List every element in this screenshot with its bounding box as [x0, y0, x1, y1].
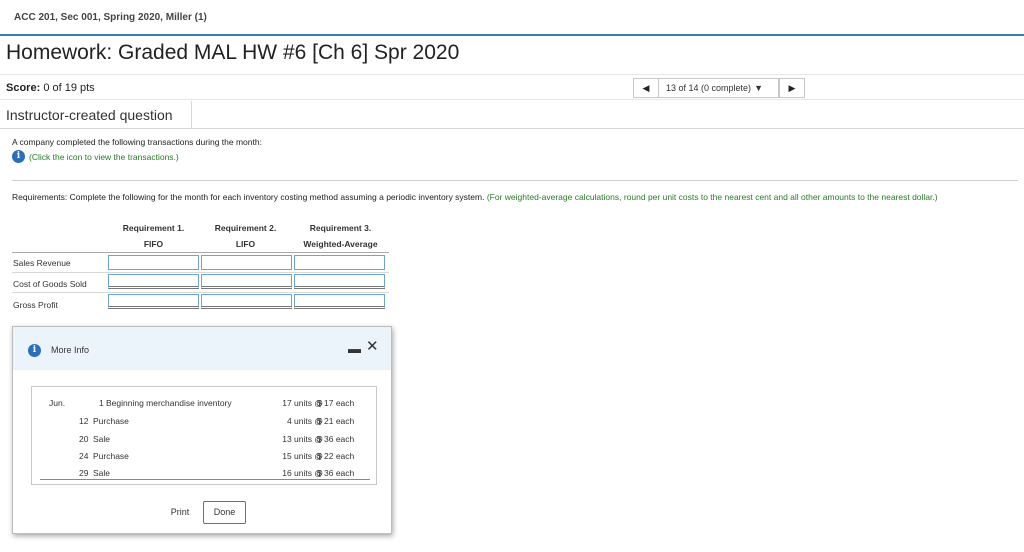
- transaction-dollar: $: [317, 451, 322, 461]
- transaction-day: 20: [79, 434, 89, 444]
- caret-down-icon: ▼: [754, 83, 763, 93]
- transaction-day: 12: [79, 416, 89, 426]
- row-divider: [12, 272, 389, 273]
- column-header-fifo: Requirement 1. FIFO: [106, 220, 201, 252]
- requirements-body: Complete the following for the month for…: [67, 192, 487, 202]
- transaction-description: Beginning merchandise inventory: [106, 398, 232, 408]
- column-header-weighted-average: Requirement 3. Weighted-Average: [290, 220, 391, 252]
- transaction-units: 17 units @: [282, 398, 323, 408]
- transaction-cost: 36 each: [324, 434, 355, 444]
- column-method: Weighted-Average: [303, 239, 378, 249]
- gross-profit-fifo-input[interactable]: [108, 294, 199, 309]
- question-intro: A company completed the following transa…: [12, 137, 262, 147]
- table-top-rule: [12, 252, 389, 253]
- course-header: ACC 201, Sec 001, Spring 2020, Miller (1…: [0, 0, 1024, 36]
- row-divider: [12, 292, 389, 293]
- transaction-cost: 17 each: [324, 398, 355, 408]
- row-label-sales-revenue: Sales Revenue: [13, 258, 71, 268]
- column-requirement: Requirement 3.: [309, 223, 372, 233]
- triangle-right-icon: ▶: [788, 83, 796, 93]
- table-bottom-rule: [40, 479, 370, 480]
- course-title: ACC 201, Sec 001, Spring 2020, Miller (1…: [14, 12, 207, 23]
- question-type: Instructor-created question: [0, 101, 192, 128]
- transaction-units: 15 units @: [282, 451, 323, 461]
- transaction-dollar: $: [317, 416, 322, 426]
- transaction-description: Sale: [93, 434, 111, 444]
- info-circle-icon[interactable]: i: [12, 150, 25, 163]
- gross-profit-lifo-input[interactable]: [201, 294, 292, 309]
- transaction-description: Sale: [93, 468, 111, 478]
- transaction-cost: 21 each: [324, 416, 355, 426]
- column-header-lifo: Requirement 2. LIFO: [198, 220, 293, 252]
- transaction-units: 16 units @: [282, 468, 323, 478]
- transaction-description: Purchase: [93, 451, 129, 461]
- print-button[interactable]: Print: [161, 501, 199, 524]
- transaction-dollar: $: [317, 468, 322, 478]
- view-transactions-link[interactable]: i (Click the icon to view the transactio…: [12, 150, 179, 163]
- question-status: 13 of 14 (0 complete): [666, 83, 752, 93]
- sales-revenue-lifo-input[interactable]: [201, 255, 292, 270]
- requirements-text: Requirements: Complete the following for…: [12, 192, 938, 202]
- transaction-units: 4 units @: [286, 416, 323, 426]
- column-requirement: Requirement 2.: [214, 223, 277, 233]
- requirements-note: (For weighted-average calculations, roun…: [486, 192, 938, 202]
- done-button[interactable]: Done: [203, 501, 246, 524]
- transaction-description: Purchase: [93, 416, 129, 426]
- column-method: LIFO: [235, 239, 256, 249]
- cogs-weighted-input[interactable]: [294, 274, 385, 289]
- gross-profit-weighted-input[interactable]: [294, 294, 385, 309]
- score-value: 0 of 19 pts: [43, 82, 95, 94]
- close-icon[interactable]: ✕: [366, 337, 379, 355]
- transaction-day: 29: [79, 468, 89, 478]
- transaction-units: 13 units @: [282, 434, 323, 444]
- transaction-dollar: $: [317, 434, 322, 444]
- cogs-fifo-input[interactable]: [108, 274, 199, 289]
- divider: [12, 180, 1018, 181]
- cogs-lifo-input[interactable]: [201, 274, 292, 289]
- row-label-gross-profit: Gross Profit: [13, 300, 58, 310]
- more-info-dialog: i More Info ▬ ✕ Jun. 1 Beginning merchan…: [12, 326, 392, 534]
- column-requirement: Requirement 1.: [122, 223, 185, 233]
- info-link-text[interactable]: (Click the icon to view the transactions…: [29, 152, 179, 162]
- info-circle-icon: i: [28, 344, 41, 357]
- previous-question-button[interactable]: ◀: [633, 78, 659, 98]
- transaction-day: 24: [79, 451, 89, 461]
- dialog-header: i More Info ▬ ✕: [13, 327, 391, 370]
- minimize-icon[interactable]: ▬: [348, 341, 361, 356]
- row-label-cost-of-goods-sold: Cost of Goods Sold: [13, 279, 87, 289]
- triangle-left-icon: ◀: [642, 83, 650, 93]
- transaction-month: Jun.: [49, 398, 66, 408]
- transaction-dollar: $: [317, 398, 322, 408]
- requirements-label: Requirements:: [12, 192, 68, 202]
- transaction-day: 1: [99, 398, 104, 408]
- score-label: Score:: [6, 82, 41, 94]
- column-method: FIFO: [143, 239, 164, 249]
- transaction-cost: 36 each: [324, 468, 355, 478]
- dialog-title: More Info: [51, 345, 90, 355]
- question-select[interactable]: 13 of 14 (0 complete) ▼: [659, 78, 779, 98]
- score: Score: 0 of 19 pts: [6, 82, 95, 94]
- score-row: Score: 0 of 19 pts ◀ 13 of 14 (0 complet…: [0, 74, 1024, 100]
- sales-revenue-weighted-input[interactable]: [294, 255, 385, 270]
- divider: [0, 128, 1024, 129]
- homework-title: Homework: Graded MAL HW #6 [Ch 6] Spr 20…: [6, 41, 460, 64]
- next-question-button[interactable]: ▶: [779, 78, 805, 98]
- transaction-cost: 22 each: [324, 451, 355, 461]
- sales-revenue-fifo-input[interactable]: [108, 255, 199, 270]
